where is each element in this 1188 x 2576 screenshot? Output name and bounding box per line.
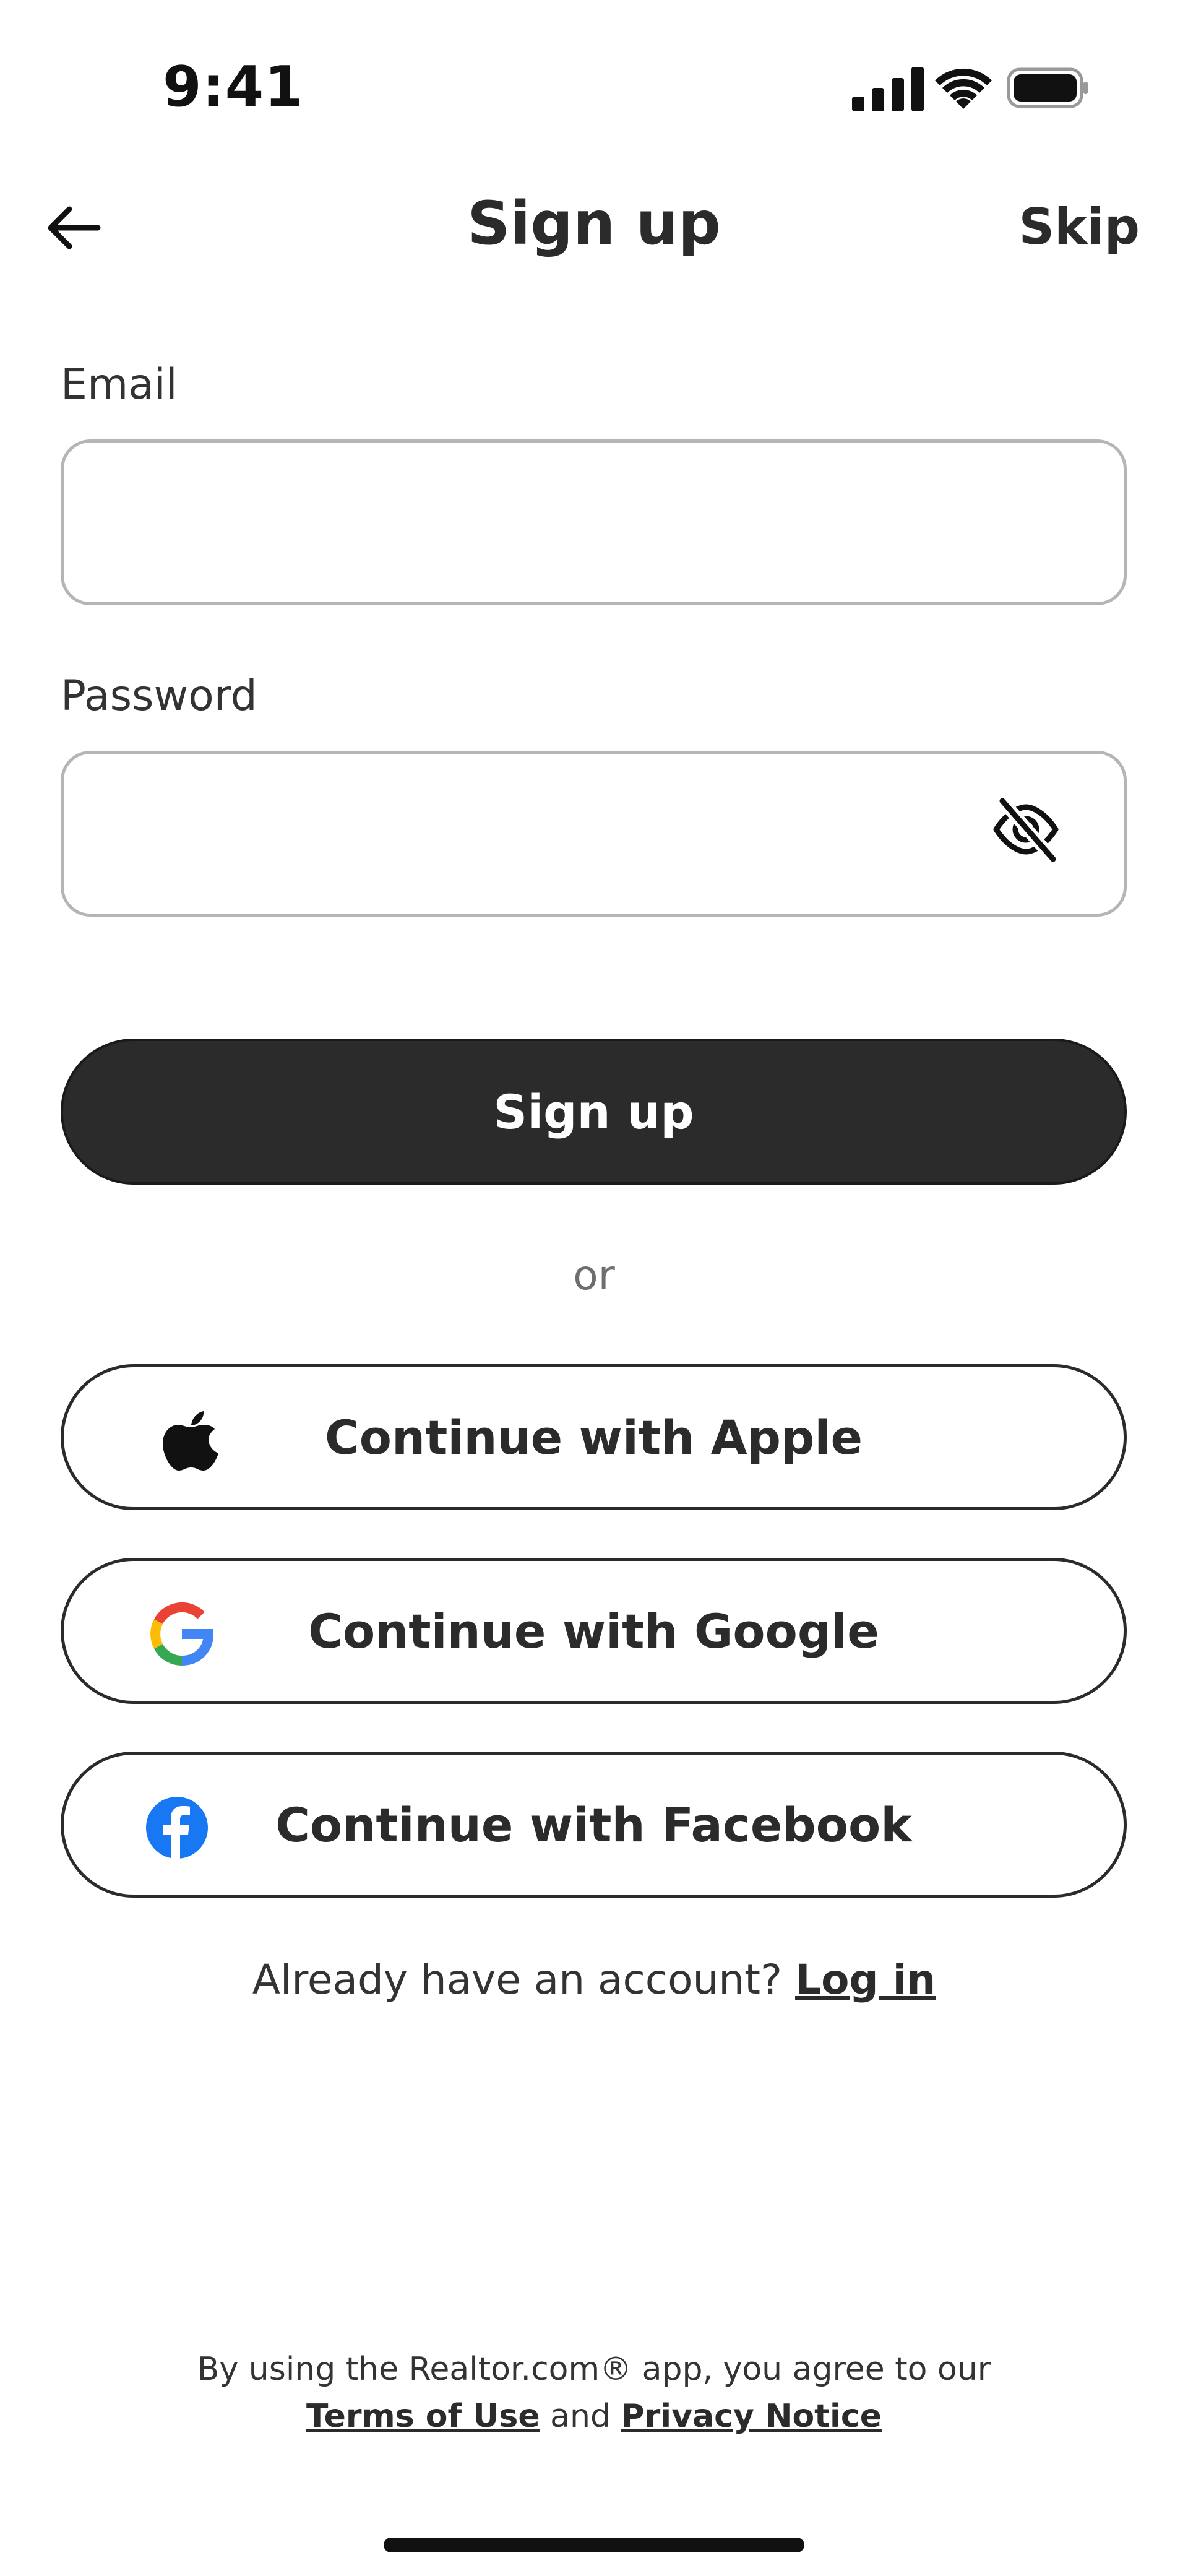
continue-with-google-button[interactable]: Continue with Google bbox=[61, 1558, 1127, 1704]
sign-up-button[interactable]: Sign up bbox=[61, 1039, 1127, 1185]
battery-icon bbox=[1007, 67, 1088, 108]
sign-up-button-label: Sign up bbox=[493, 1084, 694, 1139]
legal-and: and bbox=[550, 2398, 611, 2435]
legal-notice: By using the Realtor.com® app, you agree… bbox=[0, 2346, 1188, 2440]
continue-with-apple-label: Continue with Apple bbox=[324, 1409, 863, 1465]
email-label: Email bbox=[61, 360, 178, 409]
or-divider: or bbox=[573, 1251, 615, 1299]
home-indicator bbox=[384, 2538, 804, 2552]
login-prompt: Already have an account? Log in bbox=[0, 1956, 1188, 2003]
status-time: 9:41 bbox=[163, 54, 304, 119]
login-prompt-text: Already have an account? bbox=[252, 1956, 783, 2003]
continue-with-apple-button[interactable]: Continue with Apple bbox=[61, 1364, 1127, 1510]
signal-icon bbox=[852, 67, 924, 111]
log-in-link[interactable]: Log in bbox=[795, 1956, 936, 2003]
password-field-container bbox=[61, 751, 1127, 917]
skip-button[interactable]: Skip bbox=[1018, 198, 1140, 256]
password-label: Password bbox=[61, 672, 257, 720]
page-title: Sign up bbox=[467, 189, 721, 258]
continue-with-facebook-button[interactable]: Continue with Facebook bbox=[61, 1752, 1127, 1898]
password-field[interactable] bbox=[64, 754, 1124, 914]
terms-of-use-link[interactable]: Terms of Use bbox=[306, 2398, 540, 2435]
status-icons bbox=[852, 67, 1088, 111]
privacy-notice-link[interactable]: Privacy Notice bbox=[621, 2398, 882, 2435]
eye-slash-icon[interactable] bbox=[989, 792, 1063, 867]
email-field[interactable] bbox=[64, 443, 1124, 602]
wifi-icon bbox=[935, 68, 992, 109]
legal-text: By using the Realtor.com® app, you agree… bbox=[197, 2351, 991, 2388]
email-field-container bbox=[61, 439, 1127, 605]
continue-with-facebook-label: Continue with Facebook bbox=[275, 1797, 912, 1852]
continue-with-google-label: Continue with Google bbox=[308, 1603, 879, 1659]
